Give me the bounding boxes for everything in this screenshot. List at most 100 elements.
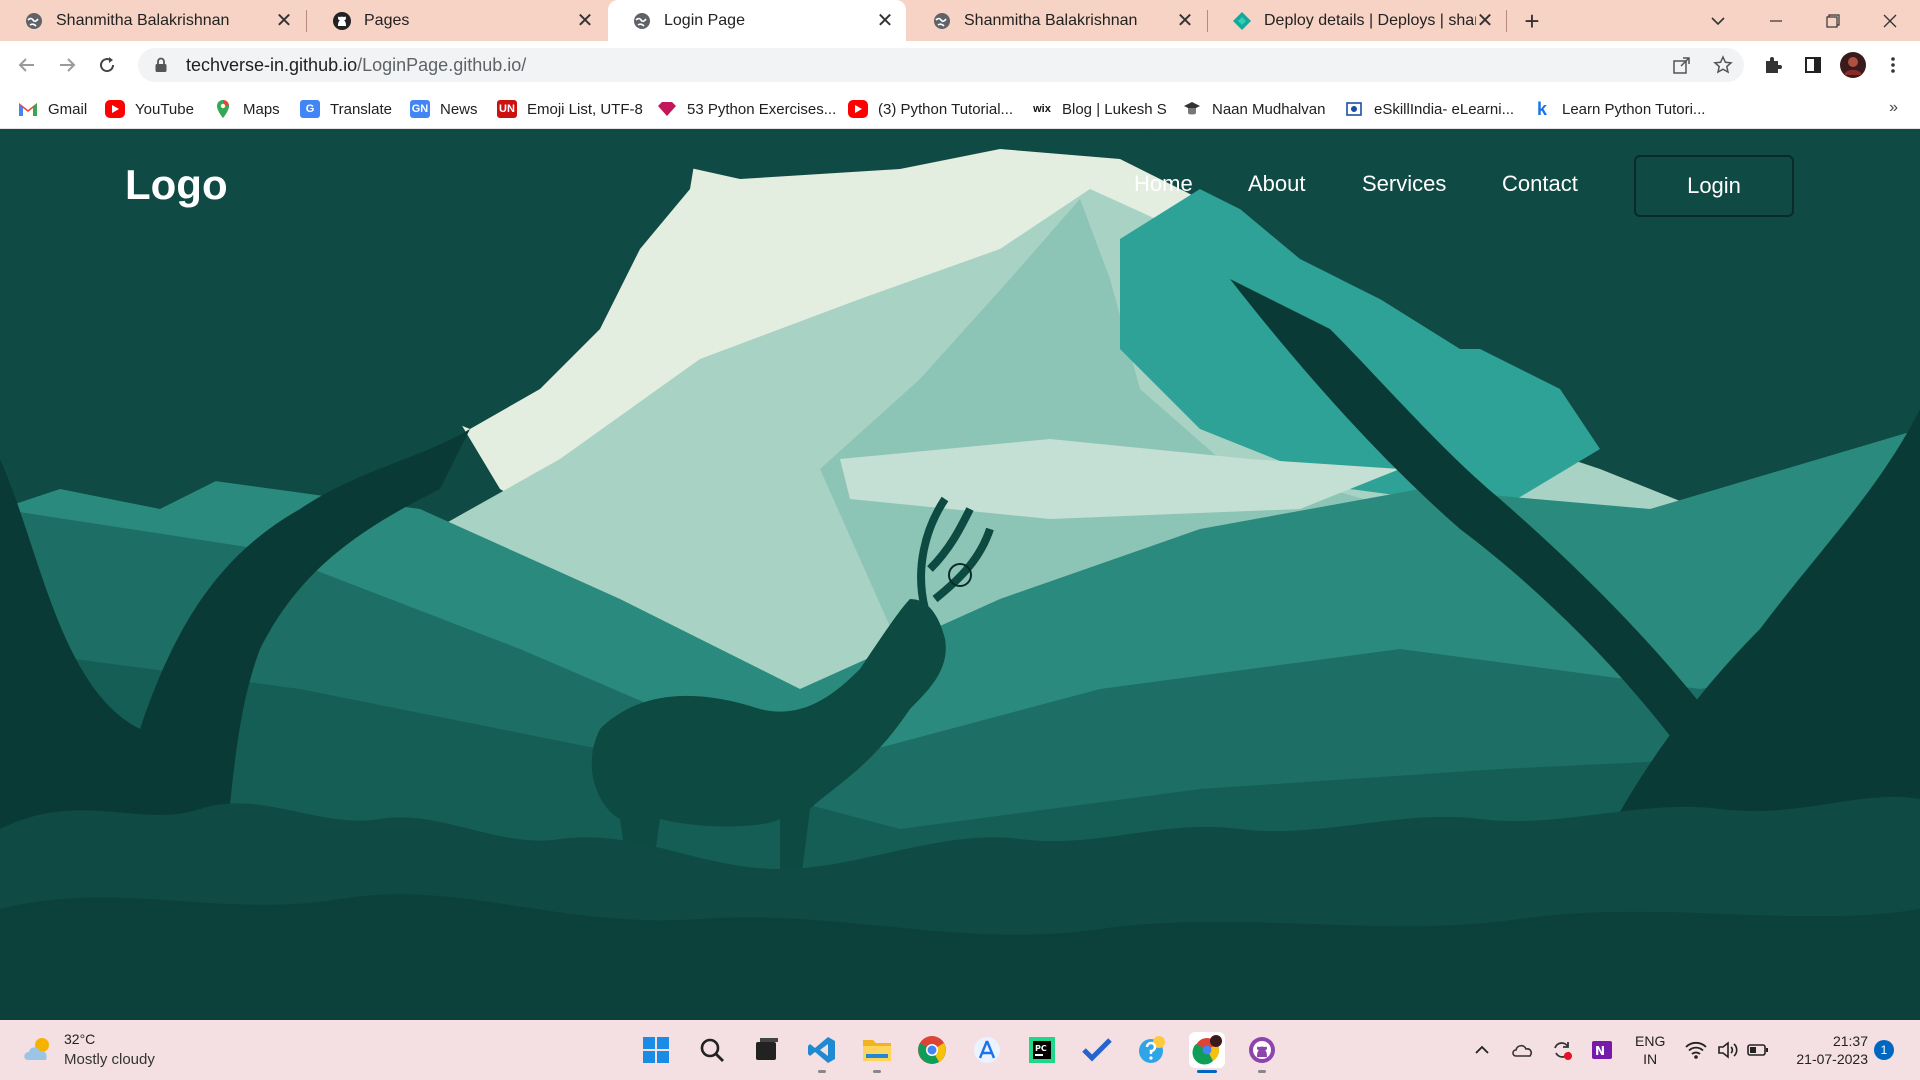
pycharm-icon: PC xyxy=(1029,1037,1055,1063)
language-indicator[interactable]: ENG IN xyxy=(1635,1032,1665,1068)
close-icon[interactable]: ✕ xyxy=(275,11,293,31)
gmail-icon xyxy=(18,100,38,118)
file-explorer-icon xyxy=(863,1040,891,1061)
chrome-icon xyxy=(918,1036,946,1064)
search-icon xyxy=(700,1038,724,1062)
close-icon[interactable]: ✕ xyxy=(1176,11,1194,31)
extensions-button[interactable] xyxy=(1758,50,1788,80)
system-clock[interactable]: 21:37 21-07-2023 xyxy=(1786,1032,1868,1068)
bookmark-learn-python[interactable]: k Learn Python Tutori... xyxy=(1532,97,1705,121)
bookmark-emoji-list[interactable]: UN Emoji List, UTF-8 xyxy=(497,97,643,121)
bookmark-star-button[interactable] xyxy=(1709,51,1737,79)
bookmarks-overflow-button[interactable]: » xyxy=(1889,99,1898,117)
globe-icon xyxy=(634,12,650,29)
chrome-profile-app[interactable] xyxy=(1189,1032,1225,1073)
tab-pages[interactable]: Pages ✕ xyxy=(308,0,606,41)
avatar-icon xyxy=(1840,52,1866,78)
login-button[interactable]: Login xyxy=(1634,155,1794,217)
app-store-app[interactable] xyxy=(969,1032,1005,1068)
file-explorer-app[interactable] xyxy=(859,1032,895,1073)
new-tab-button[interactable]: + xyxy=(1517,6,1547,36)
bookmark-eskillindia[interactable]: eSkillIndia- eLearni... xyxy=(1344,97,1514,121)
restore-button[interactable] xyxy=(1805,0,1861,41)
tab-shanmitha-2[interactable]: Shanmitha Balakrishnan ✕ xyxy=(908,0,1206,41)
reload-button[interactable] xyxy=(92,50,122,80)
photos-app[interactable] xyxy=(1134,1032,1170,1068)
close-icon[interactable]: ✕ xyxy=(876,11,894,31)
bookmark-python-tutorial[interactable]: (3) Python Tutorial... xyxy=(848,97,1013,121)
back-arrow-icon xyxy=(18,58,34,72)
forward-button[interactable] xyxy=(52,50,82,80)
search-button[interactable] xyxy=(694,1032,730,1068)
chrome-app[interactable] xyxy=(914,1032,950,1068)
language-code: ENG xyxy=(1635,1033,1666,1049)
start-button[interactable] xyxy=(638,1032,674,1068)
restore-icon xyxy=(1826,13,1840,28)
bookmark-label: (3) Python Tutorial... xyxy=(878,100,1014,118)
nav-link-home[interactable]: Home xyxy=(1134,171,1193,197)
profile-avatar[interactable] xyxy=(1838,50,1868,80)
weather-temperature[interactable]: 32°C xyxy=(64,1031,95,1047)
bookmark-maps[interactable]: Maps xyxy=(213,97,280,121)
sync-tray[interactable] xyxy=(1550,1038,1574,1062)
nav-link-services[interactable]: Services xyxy=(1362,171,1446,197)
todo-app[interactable] xyxy=(1079,1032,1115,1068)
onenote-tray[interactable]: N xyxy=(1590,1038,1614,1062)
news-icon: GN xyxy=(410,100,430,118)
chevron-down-icon xyxy=(1711,16,1725,25)
netlify-icon xyxy=(1233,11,1251,30)
weather-description[interactable]: Mostly cloudy xyxy=(64,1051,155,1068)
browser-menu-button[interactable] xyxy=(1878,50,1908,80)
tab-shanmitha-1[interactable]: Shanmitha Balakrishnan ✕ xyxy=(0,0,305,41)
browser-toolbar: techverse-in.github.io/LoginPage.github.… xyxy=(0,41,1920,89)
close-icon[interactable]: ✕ xyxy=(1476,11,1494,31)
bookmark-python-exercises[interactable]: 53 Python Exercises... xyxy=(657,97,836,121)
wifi-tray[interactable] xyxy=(1684,1038,1708,1062)
bookmark-news[interactable]: GN News xyxy=(410,97,478,121)
onenote-icon: N xyxy=(1592,1041,1612,1059)
tray-overflow-button[interactable] xyxy=(1470,1038,1494,1062)
task-view-button[interactable] xyxy=(748,1032,784,1068)
volume-tray[interactable] xyxy=(1716,1038,1740,1062)
cloudy-weather-icon[interactable] xyxy=(22,1034,56,1064)
bookmark-youtube[interactable]: YouTube xyxy=(105,97,194,121)
bookmark-label: Translate xyxy=(330,100,392,118)
close-icon[interactable]: ✕ xyxy=(576,11,594,31)
share-button[interactable] xyxy=(1668,51,1696,79)
cloud-icon xyxy=(1512,1044,1533,1057)
minimize-icon xyxy=(1770,19,1782,22)
running-indicator xyxy=(818,1070,826,1073)
wifi-icon xyxy=(1685,1041,1707,1059)
site-logo[interactable]: Logo xyxy=(125,161,228,209)
tab-search-button[interactable] xyxy=(1690,0,1746,41)
tab-login-page[interactable]: Login Page ✕ xyxy=(608,0,906,41)
nav-link-contact[interactable]: Contact xyxy=(1502,171,1578,197)
bookmark-gmail[interactable]: Gmail xyxy=(18,97,87,121)
bookmark-label: 53 Python Exercises... xyxy=(687,100,837,118)
bookmark-naan-mudhalvan[interactable]: Naan Mudhalvan xyxy=(1182,97,1325,121)
notification-badge[interactable]: 1 xyxy=(1874,1040,1894,1060)
lock-icon[interactable] xyxy=(152,56,170,74)
github-desktop-app[interactable] xyxy=(1244,1032,1280,1073)
bookmark-translate[interactable]: G Translate xyxy=(300,97,392,121)
running-indicator xyxy=(873,1070,881,1073)
url-path: /LoginPage.github.io/ xyxy=(357,54,527,75)
close-window-button[interactable] xyxy=(1862,0,1918,41)
bookmark-label: Blog | Lukesh S xyxy=(1062,100,1167,118)
tab-title: Shanmitha Balakrishnan xyxy=(964,11,1138,29)
side-panel-button[interactable] xyxy=(1798,50,1828,80)
kebab-menu-icon xyxy=(1891,57,1895,73)
pycharm-app[interactable]: PC xyxy=(1024,1032,1060,1068)
back-button[interactable] xyxy=(12,50,42,80)
chevron-up-icon xyxy=(1475,1045,1489,1054)
translate-icon: G xyxy=(300,100,320,118)
vscode-app[interactable] xyxy=(804,1032,840,1073)
battery-tray[interactable] xyxy=(1746,1038,1770,1062)
address-bar[interactable]: techverse-in.github.io/LoginPage.github.… xyxy=(138,48,1744,82)
onedrive-tray[interactable] xyxy=(1510,1038,1534,1062)
bookmark-blog-lukesh[interactable]: wix Blog | Lukesh S xyxy=(1032,97,1167,121)
puzzle-icon xyxy=(1766,57,1782,73)
minimize-button[interactable] xyxy=(1748,0,1804,41)
nav-link-about[interactable]: About xyxy=(1248,171,1306,197)
tab-deploy-details[interactable]: Deploy details | Deploys | shanmi ✕ xyxy=(1208,0,1506,41)
